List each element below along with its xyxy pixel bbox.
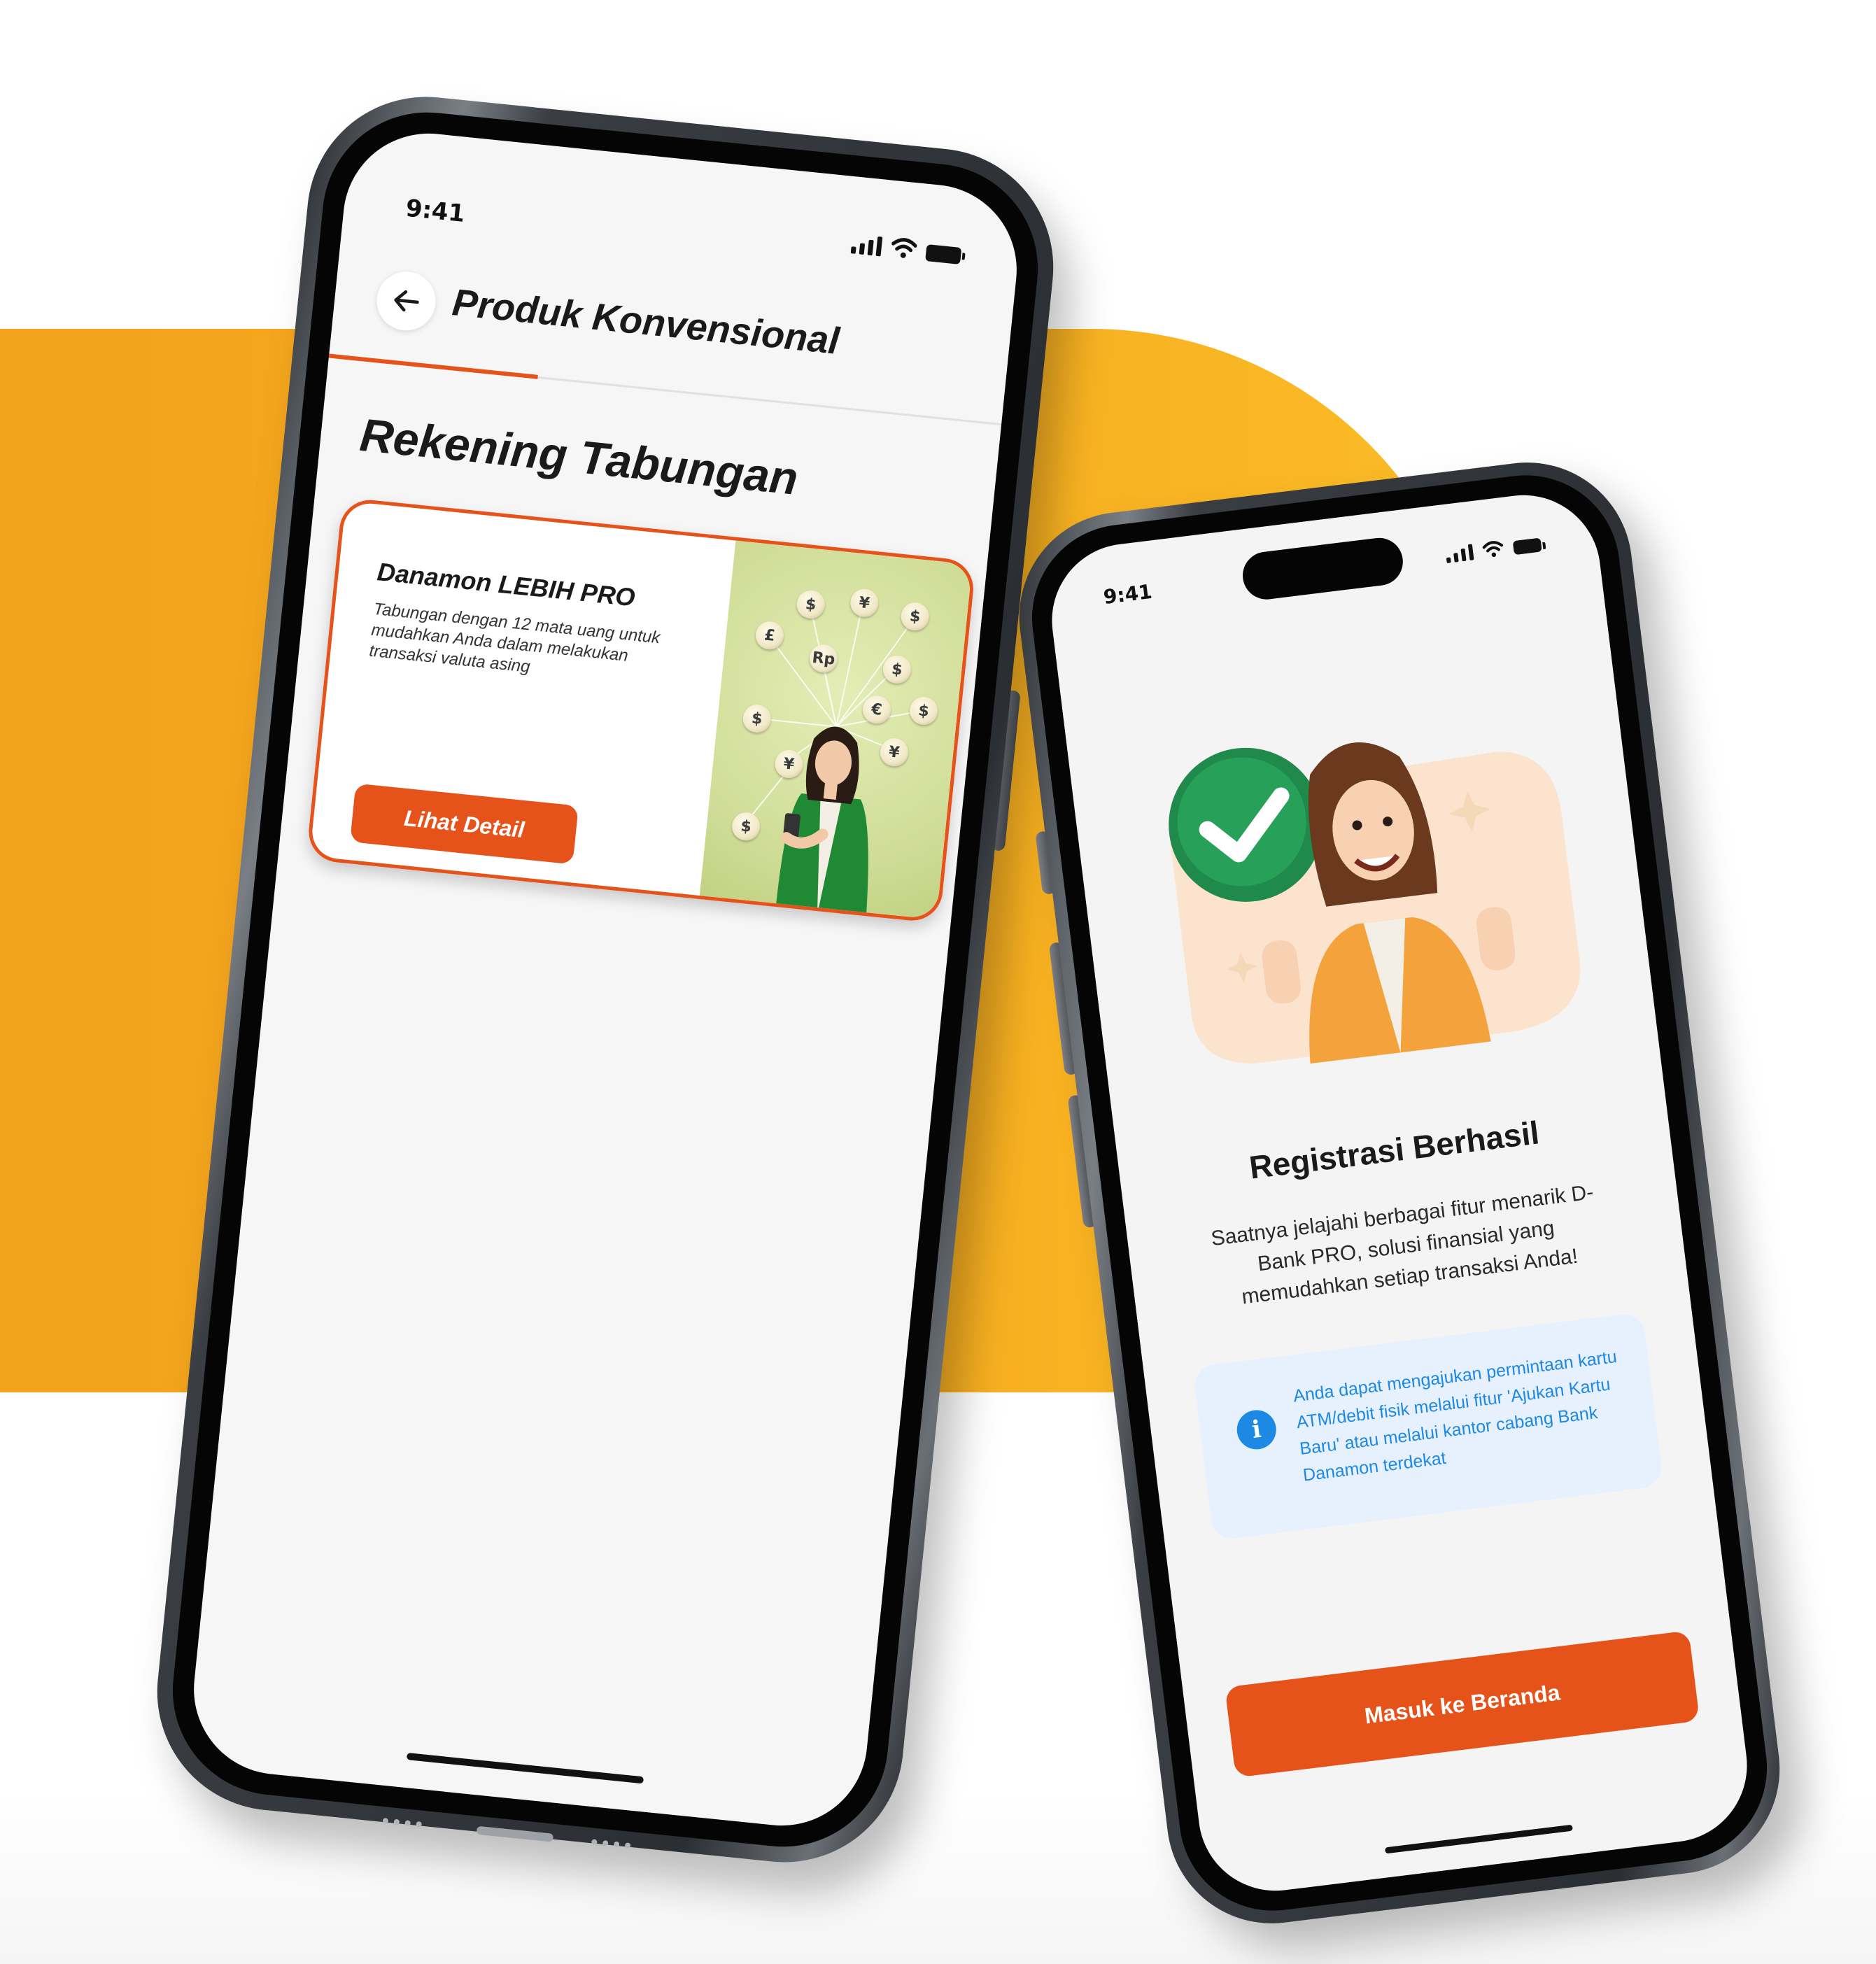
product-description: Tabungan dengan 12 mata uang untuk mudah…	[368, 599, 661, 677]
arrow-left-icon	[394, 290, 419, 312]
status-time: 9:41	[404, 194, 467, 228]
success-description: Saatnya jelajahi berbagai fitur menarik …	[1209, 1180, 1595, 1309]
status-time: 9:41	[1102, 579, 1154, 609]
signal-icon	[1445, 544, 1474, 564]
battery-icon	[1512, 537, 1542, 556]
info-icon: i	[1234, 1408, 1278, 1452]
product-photo: £ $ ¥ $ Rp $ $ $ ¥ ¥ € $	[699, 540, 973, 920]
success-illustration	[1169, 742, 1581, 1064]
wifi-icon	[891, 238, 917, 258]
woman-photo	[775, 726, 868, 920]
signal-icon	[850, 234, 883, 257]
battery-icon	[925, 244, 962, 264]
phone-right: 9:41 Registrasi Berhasil Saatnya jelajah…	[1007, 450, 1792, 1936]
dynamic-island	[1240, 535, 1406, 602]
info-banner: i Anda dapat mengajukan permintaan kartu…	[1192, 1311, 1664, 1541]
product-card[interactable]: £ $ ¥ $ Rp $ $ $ ¥ ¥ € $ Danamon LEBIH P…	[306, 497, 977, 924]
tab-active-indicator	[328, 353, 538, 379]
info-text: Anda dapat mengajukan permintaan kartu A…	[1292, 1347, 1618, 1485]
back-button[interactable]	[374, 269, 439, 334]
status-icons	[850, 232, 962, 264]
section-title: Rekening Tabungan	[358, 408, 801, 504]
wifi-icon	[1482, 541, 1504, 557]
home-indicator	[1384, 1824, 1573, 1854]
status-icons	[1445, 535, 1542, 564]
lihat-detail-button[interactable]: Lihat Detail	[350, 783, 579, 865]
home-indicator	[406, 1753, 644, 1784]
masuk-ke-beranda-button[interactable]: Masuk ke Beranda	[1225, 1630, 1700, 1778]
page-title: Produk Konvensional	[450, 281, 841, 362]
